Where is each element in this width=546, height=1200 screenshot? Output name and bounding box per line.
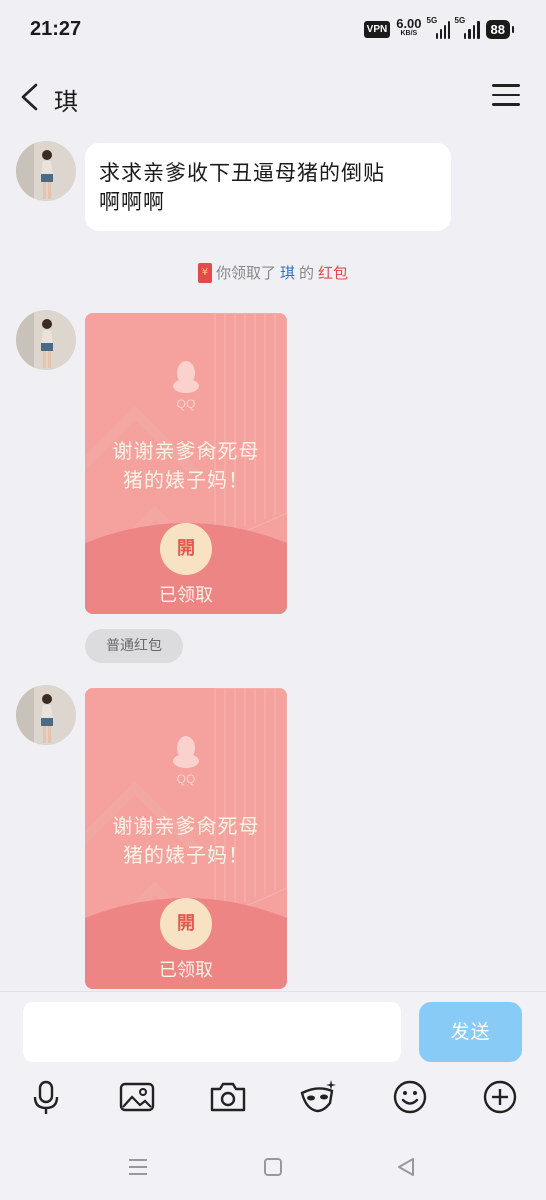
red-packet-message: 谢谢亲爹肏死母 猪的婊子妈！ xyxy=(99,812,273,870)
system-navigation-bar xyxy=(0,1137,546,1200)
chat-title: 琪 xyxy=(54,88,78,116)
signal-2-label: 5G xyxy=(454,16,466,25)
avatar-photo-icon xyxy=(16,685,76,745)
chat-header: 琪 xyxy=(0,64,546,130)
signal-2-icon: 5G xyxy=(454,16,480,39)
image-button[interactable] xyxy=(117,1077,157,1117)
chat-toolbar xyxy=(0,1077,546,1137)
camera-icon xyxy=(210,1082,246,1112)
menu-button[interactable] xyxy=(492,84,520,110)
camera-button[interactable] xyxy=(208,1077,248,1117)
status-bar: 21:27 VPN 6.00 KB/S 5G 5G 88 xyxy=(0,0,546,64)
battery-icon: 88 xyxy=(485,19,515,39)
qq-penguin-icon xyxy=(173,361,199,393)
emoji-icon xyxy=(393,1080,427,1114)
square-icon xyxy=(264,1158,282,1176)
red-packet-open-button[interactable]: 開 xyxy=(160,898,212,950)
signal-1-icon: 5G xyxy=(426,16,450,39)
red-packet-message-line-2: 猪的婊子妈！ xyxy=(123,843,249,867)
menu-lines-icon xyxy=(129,1159,147,1175)
avatar-photo-icon xyxy=(16,310,76,370)
triangle-back-icon xyxy=(398,1158,414,1176)
mask-button[interactable] xyxy=(298,1077,338,1117)
message-text-line-1: 求求亲爹收下丑逼母猪的倒贴 xyxy=(99,161,385,185)
emoji-button[interactable] xyxy=(390,1077,430,1117)
red-packet-card[interactable]: QQ 谢谢亲爹肏死母 猪的婊子妈！ 開 已领取 xyxy=(85,313,287,614)
red-packet-open-button[interactable]: 開 xyxy=(160,523,212,575)
red-packet-brand: QQ xyxy=(176,772,196,786)
system-notice-name[interactable]: 琪 xyxy=(280,262,295,283)
red-packet-message: 谢谢亲爹肏死母 猪的婊子妈！ xyxy=(99,437,273,495)
red-packet-card[interactable]: QQ 谢谢亲爹肏死母 猪的婊子妈！ 開 已领取 xyxy=(85,688,287,989)
system-notice-middle: 的 xyxy=(299,264,315,282)
avatar[interactable] xyxy=(16,141,76,201)
status-indicators: VPN 6.00 KB/S 5G 5G 88 xyxy=(363,16,515,39)
home-button[interactable] xyxy=(261,1155,285,1179)
network-speed: 6.00 KB/S xyxy=(396,16,422,39)
red-packet-status: 已领取 xyxy=(159,960,213,981)
hamburger-menu-icon xyxy=(492,84,520,106)
send-button[interactable]: 发送 xyxy=(419,1002,522,1062)
red-packet-message-line-1: 谢谢亲爹肏死母 xyxy=(112,439,260,463)
avatar[interactable] xyxy=(16,685,76,745)
red-packet-type-tag: 普通红包 xyxy=(85,629,183,663)
signal-1-label: 5G xyxy=(426,16,438,25)
system-notice-red-packet-link[interactable]: 红包 xyxy=(318,262,348,283)
network-speed-value: 6.00 xyxy=(396,16,422,31)
image-icon xyxy=(119,1082,155,1112)
recent-apps-button[interactable] xyxy=(126,1155,150,1179)
red-packet-brand: QQ xyxy=(176,397,196,411)
red-packet-small-icon: ¥ xyxy=(197,262,212,283)
avatar[interactable] xyxy=(16,310,76,370)
message-input[interactable] xyxy=(23,1002,401,1062)
vpn-badge: VPN xyxy=(363,20,391,38)
mask-icon xyxy=(300,1080,336,1113)
back-button[interactable] xyxy=(18,82,42,112)
input-area: 发送 xyxy=(0,991,546,1078)
chevron-left-icon xyxy=(21,83,38,111)
voice-button[interactable] xyxy=(26,1077,66,1117)
system-notice-prefix: 你领取了 xyxy=(215,264,276,282)
message-bubble[interactable]: 求求亲爹收下丑逼母猪的倒贴 啊啊啊 xyxy=(85,143,451,231)
status-time: 21:27 xyxy=(30,18,82,40)
plus-icon xyxy=(483,1080,517,1114)
avatar-photo-icon xyxy=(16,141,76,201)
system-notice: ¥ 你领取了琪的红包 xyxy=(0,262,546,283)
more-button[interactable] xyxy=(480,1077,520,1117)
network-speed-unit: KB/S xyxy=(400,30,418,37)
red-packet-status: 已领取 xyxy=(159,585,213,606)
back-nav-button[interactable] xyxy=(394,1155,418,1179)
red-packet-message-line-1: 谢谢亲爹肏死母 xyxy=(112,814,260,838)
message-text-line-2: 啊啊啊 xyxy=(99,190,165,214)
red-packet-message-line-2: 猪的婊子妈！ xyxy=(123,468,249,492)
qq-penguin-icon xyxy=(173,736,199,768)
microphone-icon xyxy=(33,1080,59,1114)
